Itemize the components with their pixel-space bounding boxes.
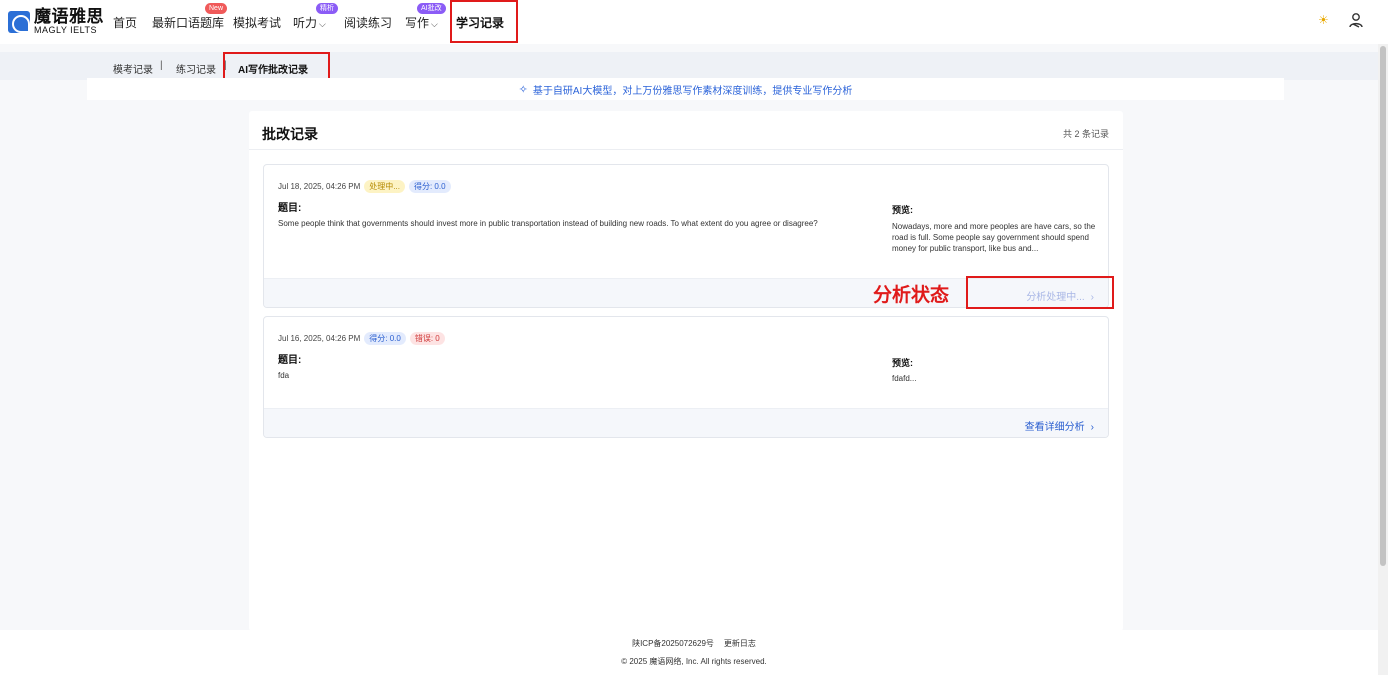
analysis-badge: 精析 (316, 3, 338, 14)
changelog-link[interactable]: 更新日志 (724, 639, 756, 648)
question-label: 题目: (278, 203, 302, 214)
view-analysis-link[interactable]: 查看详细分析 › (1025, 418, 1094, 433)
nav-mock-exam[interactable]: 模拟考试 (233, 14, 281, 31)
view-analysis-label: 查看详细分析 (1024, 422, 1085, 433)
chevron-down-icon: ⌵ (319, 19, 326, 29)
score-badge: 得分: 0.0 (408, 180, 451, 193)
divider (249, 149, 1123, 150)
question-text: Some people think that governments shoul… (278, 219, 818, 228)
nav-mock-exam-label: 模拟考试 (233, 16, 282, 30)
record-meta: Jul 18, 2025, 04:26 PM 处理中... 得分: 0.0 (278, 180, 451, 193)
nav-home-label: 首页 (113, 16, 138, 30)
nav-listening[interactable]: 精析 听力 ⌵ (293, 3, 338, 31)
question-text: fda (278, 371, 290, 380)
nav-listening-label: 听力 (293, 16, 318, 30)
preview-label: 预览: (892, 205, 913, 215)
record-card[interactable]: Jul 16, 2025, 04:26 PM 得分: 0.0 错误: 0 题目:… (263, 316, 1109, 438)
nav-reading[interactable]: 阅读练习 (344, 14, 392, 31)
score-badge: 得分: 0.0 (364, 332, 406, 345)
tab-mock-records[interactable]: 模考记录 (113, 61, 153, 76)
question-label: 题目: (278, 355, 302, 366)
preview-text: Nowadays, more and more peoples are have… (892, 222, 1096, 253)
records-panel: 批改记录 共 2 条记录 Jul 18, 2025, 04:26 PM 处理中.… (249, 111, 1123, 631)
highlight-box-tab (223, 52, 330, 81)
nav-speaking-bank-label: 最新口语题库 (152, 16, 225, 30)
logo-text-en: MAGLY IELTS (34, 25, 98, 35)
record-footer: 查看详细分析 › (264, 408, 1108, 437)
nav-reading-label: 阅读练习 (344, 16, 393, 30)
highlight-box-nav (450, 0, 518, 43)
chevron-down-icon: ⌵ (431, 19, 438, 29)
icp-link[interactable]: 陕ICP备2025072629号 (632, 639, 714, 648)
nav-home[interactable]: 首页 (113, 14, 137, 31)
annotation-label: 分析状态 (873, 285, 950, 306)
ai-banner: ✧ 基于自研AI大模型，对上万份雅思写作素材深度训练，提供专业写作分析 (87, 78, 1284, 100)
copyright-text: © 2025 魔语网络, Inc. All rights reserved. (621, 657, 767, 666)
nav-writing[interactable]: AI批改 写作 ⌵ (405, 3, 446, 31)
sun-icon[interactable]: ☀ (1318, 13, 1329, 27)
record-date: Jul 16, 2025, 04:26 PM (278, 334, 361, 343)
logo-text-cn: 魔语雅思 (34, 7, 104, 26)
banner-text: 基于自研AI大模型，对上万份雅思写作素材深度训练，提供专业写作分析 (532, 85, 853, 97)
logo-icon (8, 10, 30, 33)
error-badge: 错误: 0 (409, 332, 445, 345)
nav-speaking-bank[interactable]: New 最新口语题库 (152, 3, 228, 31)
user-icon[interactable] (1348, 12, 1364, 31)
record-count: 共 2 条记录 (1062, 129, 1109, 139)
sparkle-icon: ✧ (518, 83, 528, 96)
chevron-right-icon: › (1090, 422, 1094, 433)
tab-separator: | (160, 60, 163, 71)
preview-label: 预览: (892, 358, 913, 368)
record-date: Jul 18, 2025, 04:26 PM (278, 182, 361, 191)
sub-navbar: 模考记录 | 练习记录 | AI写作批改记录 (0, 52, 1378, 80)
status-badge: 处理中... (364, 180, 405, 193)
scrollbar[interactable] (1378, 44, 1388, 675)
record-meta: Jul 16, 2025, 04:26 PM 得分: 0.0 错误: 0 (278, 332, 445, 345)
page-footer: 陕ICP备2025072629号 更新日志 © 2025 魔语网络, Inc. A… (0, 630, 1388, 675)
tab-practice-records[interactable]: 练习记录 (176, 61, 216, 76)
highlight-box-status (966, 276, 1114, 309)
page-title: 批改记录 (262, 126, 318, 142)
logo[interactable]: 魔语雅思 MAGLY IELTS (8, 8, 104, 35)
top-navbar: 魔语雅思 MAGLY IELTS 首页 New 最新口语题库 模拟考试 精析 听… (0, 0, 1388, 44)
preview-text: fdafd... (892, 374, 917, 383)
new-badge: New (205, 3, 228, 14)
ai-review-badge: AI批改 (417, 3, 446, 14)
nav-writing-label: 写作 (405, 16, 430, 30)
scrollbar-thumb[interactable] (1380, 46, 1386, 566)
